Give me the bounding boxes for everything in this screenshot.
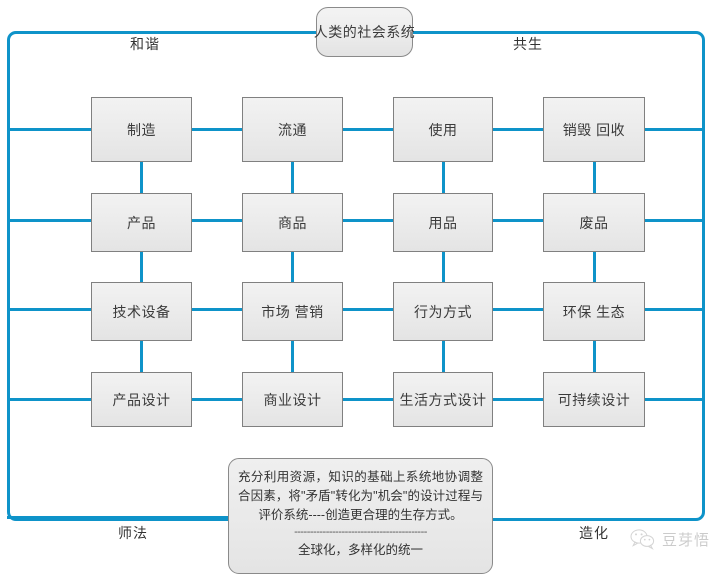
node-label: 产品设计 [112, 391, 171, 408]
corner-label-bottom-left: 师法 [118, 525, 148, 541]
node-r1-c1[interactable]: 制造 [91, 97, 192, 162]
node-r1-c3[interactable]: 使用 [393, 97, 493, 162]
node-label: 技术设备 [112, 303, 171, 320]
node-r1-c4[interactable]: 销毁 回收 [543, 97, 645, 162]
connector-capsule-right [411, 31, 486, 34]
corner-label-bottom-right: 造化 [579, 525, 609, 541]
node-label: 使用 [428, 121, 458, 138]
node-label: 销毁 回收 [562, 121, 626, 138]
connector-col1-r3-r4 [140, 341, 143, 372]
connector-col3-r2-r3 [442, 252, 445, 282]
connector-statement-left [7, 516, 229, 519]
connector-col4-r1-r2 [593, 162, 596, 193]
connector-row1-c1-c2 [192, 128, 243, 131]
connector-col1-r1-r2 [140, 162, 143, 193]
connector-row1-c2-c3 [343, 128, 393, 131]
diagram-canvas: 制造 流通 使用 销毁 回收 产品 商品 用品 废品 技术设备 市场 营销 行为… [0, 0, 713, 579]
connector-row1-c3-c4 [493, 128, 543, 131]
connector-col3-r1-r2 [442, 162, 445, 193]
title-capsule-label: 人类的社会系统 [313, 24, 416, 40]
node-label: 用品 [428, 214, 458, 231]
node-label: 流通 [278, 121, 307, 138]
node-r3-c1[interactable]: 技术设备 [91, 282, 192, 341]
connector-row2-right [645, 219, 705, 222]
node-r3-c4[interactable]: 环保 生态 [543, 282, 645, 341]
statement-box[interactable]: 充分利用资源，知识的基础上系统地协调整合因素，将"矛盾"转化为"机会"的设计过程… [228, 458, 493, 574]
node-label: 市场 营销 [261, 303, 324, 320]
statement-tagline: 全球化，多样化的统一 [297, 543, 423, 557]
wechat-icon [630, 528, 656, 550]
connector-row3-c2-c3 [343, 308, 393, 311]
node-label: 废品 [579, 214, 609, 231]
connector-row4-left [7, 398, 91, 401]
connector-col2-r3-r4 [291, 341, 294, 372]
connector-row4-c3-c4 [493, 398, 543, 401]
connector-row2-c1-c2 [192, 219, 243, 222]
title-capsule[interactable]: 人类的社会系统 [313, 7, 416, 57]
connector-col1-r2-r3 [140, 252, 143, 282]
node-r4-c2[interactable]: 商业设计 [242, 372, 343, 427]
node-label: 制造 [127, 121, 156, 138]
statement-paragraph: 充分利用资源，知识的基础上系统地协调整合因素，将"矛盾"转化为"机会"的设计过程… [238, 470, 483, 522]
node-label: 商品 [278, 214, 307, 231]
node-label: 环保 生态 [562, 303, 626, 320]
connector-row1-left [7, 128, 91, 131]
statement-divider: ----------------------------------------… [294, 526, 427, 538]
node-label: 产品 [127, 214, 156, 231]
connector-row1-right [645, 128, 705, 131]
connector-row3-right [645, 308, 705, 311]
node-label: 可持续设计 [557, 391, 631, 408]
node-r2-c2[interactable]: 商品 [242, 193, 343, 252]
connector-row3-c1-c2 [192, 308, 243, 311]
connector-col2-r1-r2 [291, 162, 294, 193]
connector-row2-c3-c4 [493, 219, 543, 222]
connector-row4-right [645, 398, 705, 401]
connector-col4-r3-r4 [593, 341, 596, 372]
connector-row3-left [7, 308, 91, 311]
connector-col2-r2-r3 [291, 252, 294, 282]
corner-label-top-left: 和谐 [130, 36, 160, 52]
node-r4-c1[interactable]: 产品设计 [91, 372, 192, 427]
node-r3-c2[interactable]: 市场 营销 [242, 282, 343, 341]
connector-row4-c1-c2 [192, 398, 243, 401]
node-r2-c4[interactable]: 废品 [543, 193, 645, 252]
connector-row2-c2-c3 [343, 219, 393, 222]
watermark-text: 豆芽悟 [662, 531, 711, 549]
connector-row2-left [7, 219, 91, 222]
node-label: 行为方式 [414, 303, 472, 320]
connector-col4-r2-r3 [593, 252, 596, 282]
connector-capsule-left [243, 31, 318, 34]
node-r2-c3[interactable]: 用品 [393, 193, 493, 252]
node-r2-c1[interactable]: 产品 [91, 193, 192, 252]
connector-row3-c3-c4 [493, 308, 543, 311]
node-label: 生活方式设计 [399, 391, 487, 408]
node-label: 商业设计 [263, 391, 322, 408]
connector-col3-r3-r4 [442, 341, 445, 372]
node-r4-c3[interactable]: 生活方式设计 [393, 372, 493, 427]
node-r1-c2[interactable]: 流通 [242, 97, 343, 162]
corner-label-top-right: 共生 [513, 36, 543, 52]
watermark: 豆芽悟 [630, 528, 710, 550]
node-r4-c4[interactable]: 可持续设计 [543, 372, 645, 427]
node-r3-c3[interactable]: 行为方式 [393, 282, 493, 341]
connector-row4-c2-c3 [343, 398, 393, 401]
